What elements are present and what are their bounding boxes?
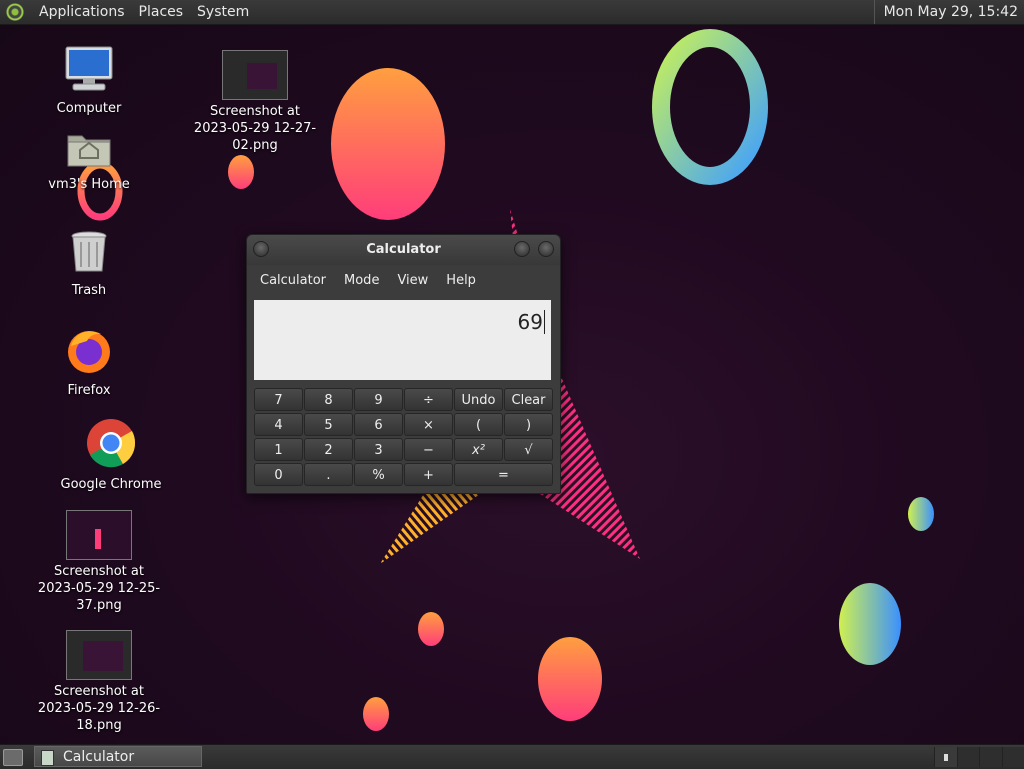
firefox-icon bbox=[50, 326, 128, 379]
trash-icon bbox=[50, 230, 128, 279]
desktop-icon-label: vm3's Home bbox=[48, 177, 130, 192]
image-thumbnail-icon bbox=[222, 50, 288, 100]
menu-help[interactable]: Help bbox=[437, 273, 485, 288]
desktop-icon-label: Screenshot at 2023-05-29 12-27-02.png bbox=[194, 104, 316, 153]
key-7[interactable]: 7 bbox=[254, 388, 303, 411]
taskbar-item-calculator[interactable]: Calculator bbox=[34, 746, 202, 767]
desktop-icon-label: Computer bbox=[57, 101, 122, 116]
key-9[interactable]: 9 bbox=[354, 388, 403, 411]
calculator-menubar: Calculator Mode View Help bbox=[247, 265, 560, 295]
key-multiply[interactable]: × bbox=[404, 413, 453, 436]
key-6[interactable]: 6 bbox=[354, 413, 403, 436]
calculator-display[interactable]: 69 bbox=[254, 300, 551, 380]
desktop-icon-label: Screenshot at 2023-05-29 12-25-37.png bbox=[38, 564, 160, 613]
text-caret bbox=[544, 310, 545, 334]
minimize-button[interactable] bbox=[514, 241, 530, 257]
desktop-icon-chrome[interactable]: Google Chrome bbox=[56, 418, 166, 493]
key-close-paren[interactable]: ) bbox=[504, 413, 553, 436]
taskbar-item-label: Calculator bbox=[63, 749, 134, 765]
desktop-icon-firefox[interactable]: Firefox bbox=[50, 326, 128, 399]
menu-applications[interactable]: Applications bbox=[32, 4, 132, 20]
workspace-4[interactable] bbox=[1002, 747, 1024, 767]
key-subtract[interactable]: − bbox=[404, 438, 453, 461]
desktop-icon-label: Google Chrome bbox=[61, 477, 162, 492]
key-decimal[interactable]: . bbox=[304, 463, 353, 486]
workspace-3[interactable] bbox=[979, 747, 1002, 767]
desktop-icon-home[interactable]: vm3's Home bbox=[44, 130, 134, 193]
menu-system[interactable]: System bbox=[190, 4, 256, 20]
image-thumbnail-icon bbox=[66, 630, 132, 680]
window-menu-button[interactable] bbox=[253, 241, 269, 257]
maximize-button[interactable] bbox=[538, 241, 554, 257]
menu-calculator[interactable]: Calculator bbox=[251, 273, 335, 288]
menu-view[interactable]: View bbox=[388, 273, 437, 288]
workspace-2[interactable] bbox=[957, 747, 980, 767]
key-equals[interactable]: = bbox=[454, 463, 553, 486]
window-title: Calculator bbox=[366, 242, 441, 257]
desktop-icon-screenshot-2[interactable]: Screenshot at 2023-05-29 12-25-37.png bbox=[34, 510, 164, 614]
clock[interactable]: Mon May 29, 15:42 bbox=[874, 0, 1024, 24]
calculator-titlebar[interactable]: Calculator bbox=[247, 235, 560, 265]
key-open-paren[interactable]: ( bbox=[454, 413, 503, 436]
key-4[interactable]: 4 bbox=[254, 413, 303, 436]
key-5[interactable]: 5 bbox=[304, 413, 353, 436]
display-value: 69 bbox=[518, 310, 543, 334]
top-panel: Applications Places System Mon May 29, 1… bbox=[0, 0, 1024, 25]
bottom-panel: Calculator bbox=[0, 744, 1024, 769]
key-1[interactable]: 1 bbox=[254, 438, 303, 461]
show-desktop-icon[interactable] bbox=[3, 749, 23, 766]
distro-logo-icon[interactable] bbox=[6, 3, 24, 21]
desktop-icon-screenshot-3[interactable]: Screenshot at 2023-05-29 12-26-18.png bbox=[34, 630, 164, 734]
desktop-icon-label: Trash bbox=[72, 283, 106, 298]
key-undo[interactable]: Undo bbox=[454, 388, 503, 411]
desktop-icon-screenshot-1[interactable]: Screenshot at 2023-05-29 12-27-02.png bbox=[190, 50, 320, 154]
key-square[interactable]: x² bbox=[454, 438, 503, 461]
key-3[interactable]: 3 bbox=[354, 438, 403, 461]
calculator-icon bbox=[41, 750, 54, 766]
key-2[interactable]: 2 bbox=[304, 438, 353, 461]
desktop-icon-computer[interactable]: Computer bbox=[50, 46, 128, 117]
key-square-root[interactable]: √ bbox=[504, 438, 553, 461]
key-clear[interactable]: Clear bbox=[504, 388, 553, 411]
desktop-icon-trash[interactable]: Trash bbox=[50, 230, 128, 299]
computer-icon bbox=[50, 46, 128, 97]
desktop-icon-label: Screenshot at 2023-05-29 12-26-18.png bbox=[38, 684, 160, 733]
key-add[interactable]: + bbox=[404, 463, 453, 486]
workspace-1[interactable] bbox=[934, 747, 957, 767]
menu-mode[interactable]: Mode bbox=[335, 273, 388, 288]
workspace-switcher bbox=[934, 747, 1024, 767]
key-0[interactable]: 0 bbox=[254, 463, 303, 486]
key-8[interactable]: 8 bbox=[304, 388, 353, 411]
chrome-icon bbox=[56, 418, 166, 473]
key-percent[interactable]: % bbox=[354, 463, 403, 486]
calculator-window: Calculator Calculator Mode View Help 69 … bbox=[246, 234, 561, 494]
image-thumbnail-icon bbox=[66, 510, 132, 560]
menu-places[interactable]: Places bbox=[132, 4, 191, 20]
desktop-icon-label: Firefox bbox=[67, 383, 110, 398]
home-folder-icon bbox=[44, 130, 134, 173]
key-divide[interactable]: ÷ bbox=[404, 388, 453, 411]
